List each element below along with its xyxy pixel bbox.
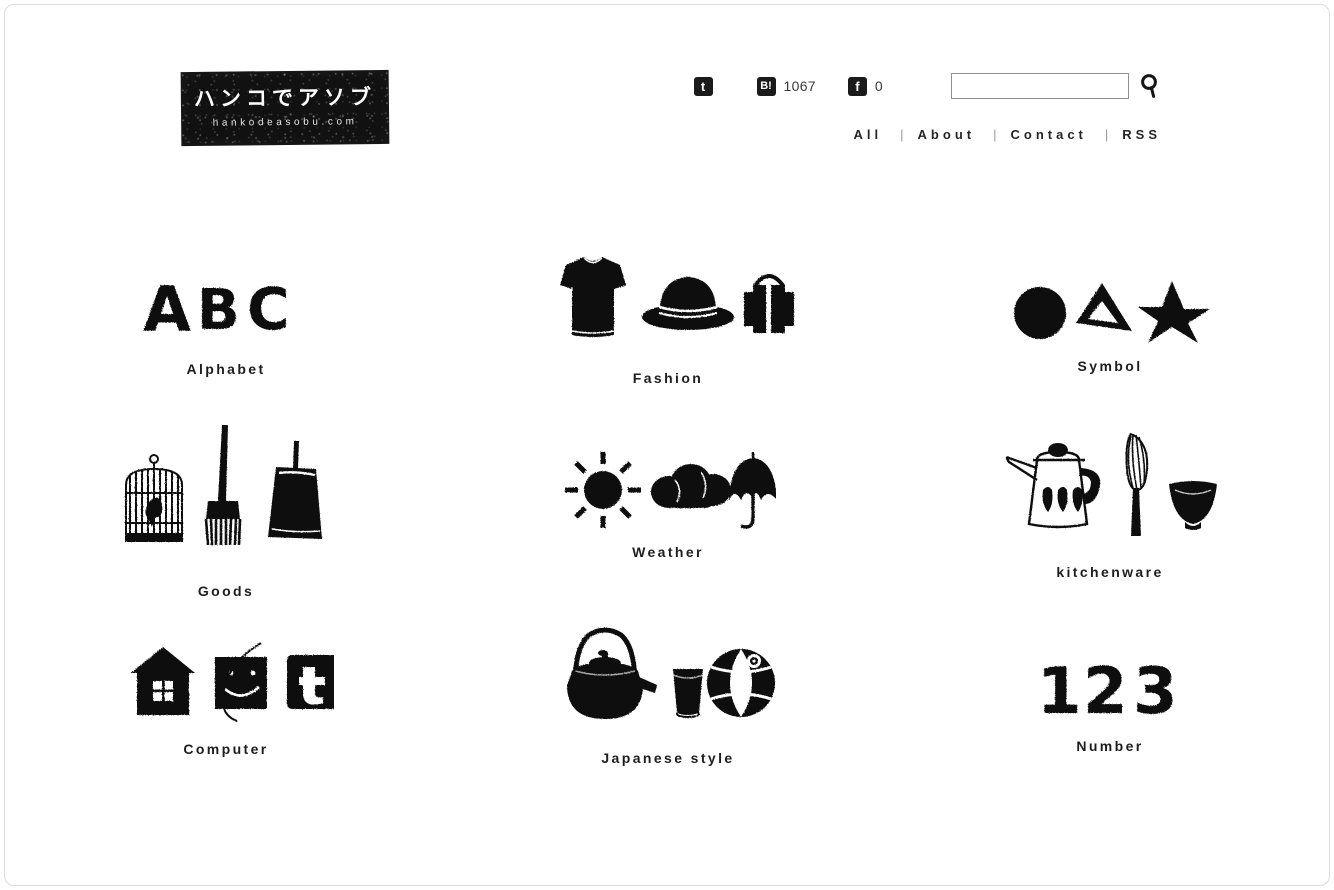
nav-separator: | (900, 126, 904, 142)
svg-text:B: B (197, 278, 240, 343)
main-navigation: All | About | Contact | RSS (731, 124, 1161, 144)
search-input[interactable] (951, 73, 1129, 99)
hatena-bookmark-share[interactable]: B! 1067 (756, 76, 816, 96)
weather-stamp-icon (561, 423, 776, 533)
facebook-share[interactable]: f 0 (847, 76, 883, 96)
search-button[interactable] (1129, 73, 1161, 99)
number-stamp-icon: 1 2 3 (1035, 613, 1185, 723)
logo-domain: hankodeasobu.com (212, 116, 358, 129)
category-alphabet[interactable]: A B C Alphabet (5, 233, 447, 423)
category-weather[interactable]: Weather (447, 423, 889, 613)
svg-text:C: C (247, 275, 290, 343)
site-header: ハンコでアソブ hankodeasobu.com t B! 1067 f 0 A… (5, 5, 1329, 165)
site-logo[interactable]: ハンコでアソブ hankodeasobu.com (180, 69, 390, 147)
logo-title: ハンコでアソブ (193, 86, 377, 111)
japanese-style-stamp-icon (561, 613, 776, 723)
svg-text:3: 3 (1133, 655, 1178, 723)
twitter-share[interactable]: t (693, 76, 721, 96)
category-kitchenware[interactable]: kitchenware (889, 423, 1329, 613)
facebook-count: 0 (874, 78, 883, 94)
hatena-bookmark-icon: B! (756, 76, 776, 96)
social-and-search-row: t B! 1067 f 0 (693, 69, 1161, 103)
category-label: Japanese style (601, 750, 735, 766)
abc-stamp-icon: A B C (141, 233, 311, 343)
category-japanese-style[interactable]: Japanese style (447, 613, 889, 803)
nav-link-about[interactable]: About (918, 127, 976, 142)
nav-link-contact[interactable]: Contact (1010, 127, 1086, 142)
category-label: Weather (632, 544, 704, 560)
svg-text:2: 2 (1083, 655, 1128, 723)
search-icon (1141, 74, 1157, 98)
category-label: Goods (197, 583, 255, 599)
category-label: Computer (183, 741, 269, 757)
category-label: Fashion (632, 370, 704, 386)
svg-text:A: A (143, 273, 191, 343)
goods-stamp-icon (116, 423, 336, 553)
kitchenware-stamp-icon (1003, 423, 1218, 543)
category-row: A B C Alphabet Fashion Symbol (5, 233, 1329, 423)
category-fashion[interactable]: Fashion (447, 233, 889, 423)
nav-link-all[interactable]: All (854, 127, 883, 142)
category-grid: A B C Alphabet Fashion Symbol Goods Weat… (5, 233, 1329, 803)
header-right: t B! 1067 f 0 All | About | Contact | RS… (693, 69, 1161, 144)
facebook-icon: f (847, 76, 867, 96)
svg-text:1: 1 (1037, 655, 1082, 723)
category-symbol[interactable]: Symbol (889, 233, 1329, 423)
nav-separator: | (1104, 126, 1109, 142)
category-label: Alphabet (186, 361, 266, 377)
category-label: kitchenware (1056, 564, 1164, 580)
twitter-icon: t (693, 76, 713, 96)
nav-link-rss[interactable]: RSS (1122, 127, 1161, 142)
fashion-stamp-icon (538, 233, 798, 343)
symbol-stamp-icon (1010, 233, 1210, 343)
category-row: Computer Japanese style 1 2 3 Number (5, 613, 1329, 803)
computer-stamp-icon (119, 613, 334, 723)
category-label: Number (1076, 738, 1144, 754)
category-goods[interactable]: Goods (5, 423, 447, 613)
nav-separator: | (993, 126, 997, 142)
hatena-bookmark-count: 1067 (783, 78, 816, 94)
category-label: Symbol (1077, 358, 1143, 374)
category-computer[interactable]: Computer (5, 613, 447, 803)
category-row: Goods Weather kitchenware (5, 423, 1329, 613)
category-number[interactable]: 1 2 3 Number (889, 613, 1329, 803)
page-frame: ハンコでアソブ hankodeasobu.com t B! 1067 f 0 A… (4, 4, 1330, 886)
